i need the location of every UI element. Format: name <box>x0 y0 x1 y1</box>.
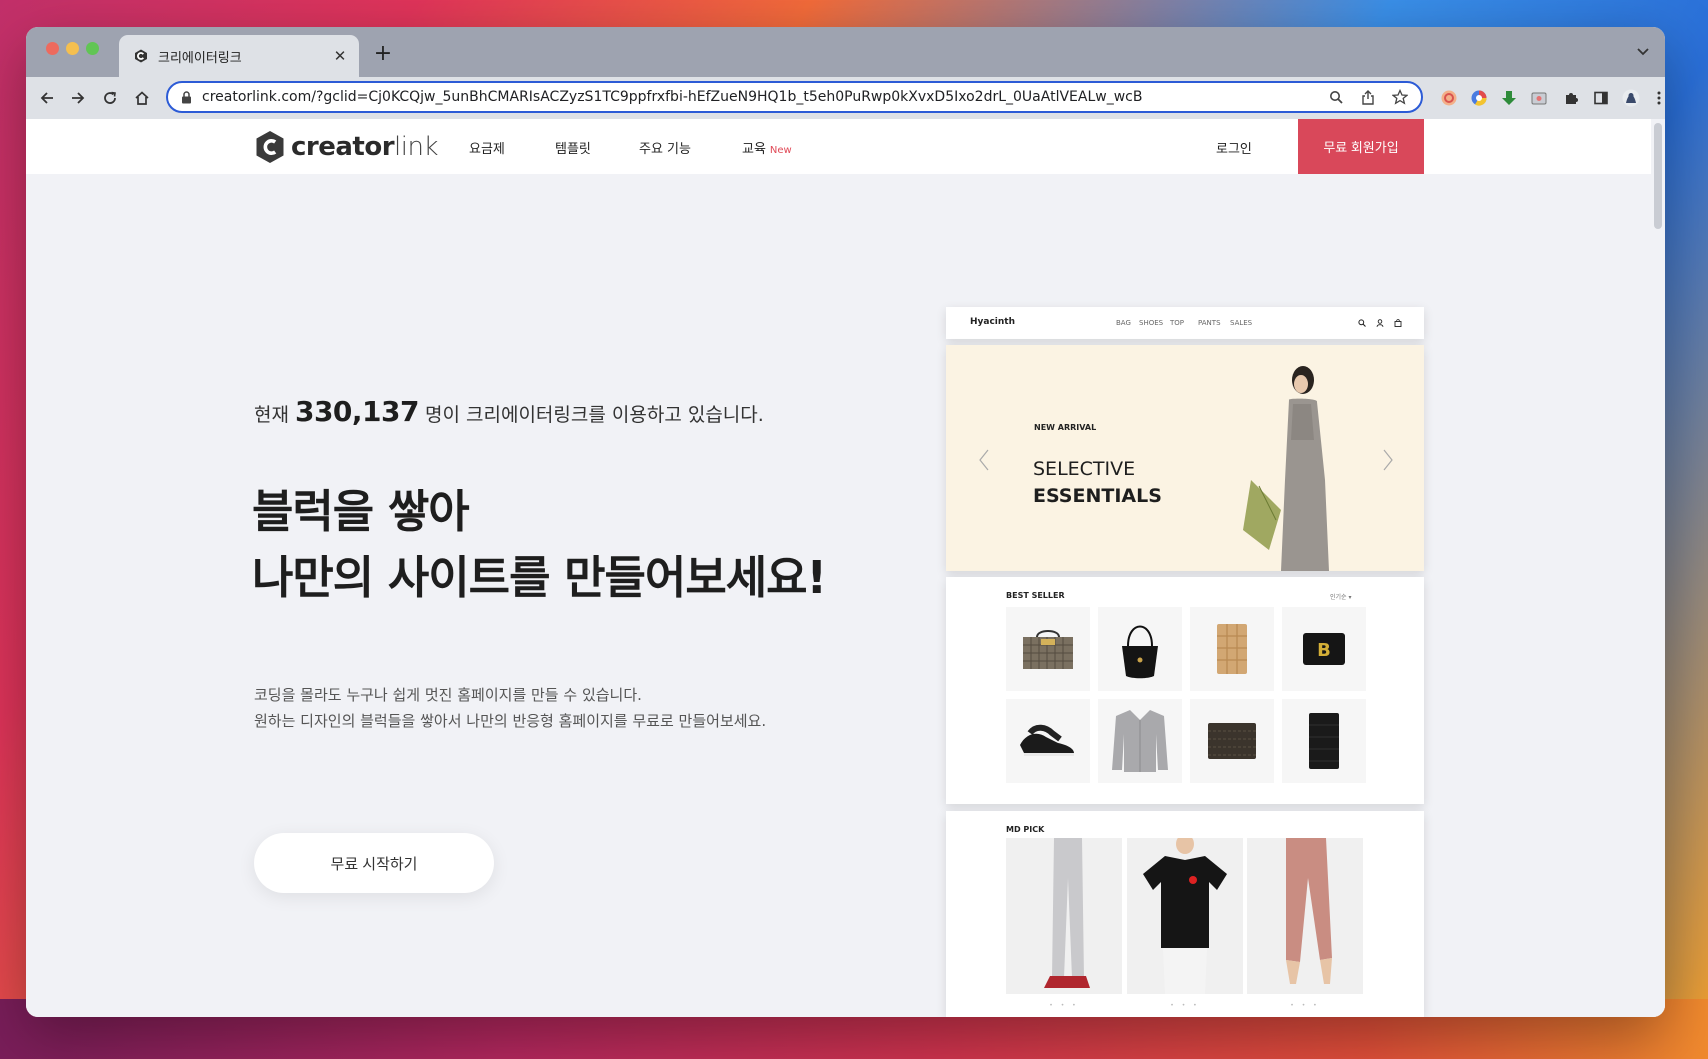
color-picker-extension-icon[interactable] <box>1468 87 1490 109</box>
nav-education-label: 교육 <box>742 142 766 157</box>
browser-tab[interactable]: 크리에이터링크 ✕ <box>119 35 359 77</box>
extensions-puzzle-icon[interactable] <box>1560 87 1582 109</box>
url-text[interactable]: creatorlink.com/?gclid=Cj0KCQjw_5unBhCMA… <box>202 89 1325 105</box>
browser-toolbar: creatorlink.com/?gclid=Cj0KCQjw_5unBhCMA… <box>26 77 1665 119</box>
logo-wordmark: creatorlink <box>291 132 439 162</box>
preview-hero-line-2: ESSENTIALS <box>1033 485 1162 507</box>
preview-md-item-pink-joggers <box>1247 838 1363 994</box>
preview-product-plaid-bag <box>1006 607 1090 691</box>
profile-avatar[interactable] <box>1620 87 1642 109</box>
preview-brand: Hyacinth <box>970 317 1016 327</box>
close-window-button[interactable] <box>46 42 59 55</box>
preview-bag-icon <box>1393 318 1403 328</box>
login-link[interactable]: 로그인 <box>1216 138 1252 157</box>
new-badge: New <box>769 145 792 156</box>
preview-md-pick-title: MD PICK <box>1006 825 1045 834</box>
preview-best-seller-title: BEST SELLER <box>1006 591 1065 600</box>
minimize-window-button[interactable] <box>66 42 79 55</box>
tab-close-icon[interactable]: ✕ <box>331 47 349 65</box>
creatorlink-favicon-icon <box>133 48 149 64</box>
nav-education[interactable]: 교육 New <box>742 138 792 157</box>
preview-nav-item: SHOES <box>1139 319 1164 327</box>
start-free-button[interactable]: 무료 시작하기 <box>254 833 494 893</box>
nav-features[interactable]: 주요 기능 <box>639 138 691 157</box>
preview-search-icon <box>1357 318 1367 328</box>
zoom-window-button[interactable] <box>86 42 99 55</box>
preview-best-seller: BEST SELLER 인기순 ▾ B <box>946 577 1424 804</box>
zoom-search-icon[interactable] <box>1325 86 1347 108</box>
preview-hero-banner: NEW ARRIVAL SELECTIVE ESSENTIALS <box>946 345 1424 571</box>
browser-menu-icon[interactable] <box>1648 87 1665 109</box>
side-panel-icon[interactable] <box>1590 87 1612 109</box>
preview-user-icon <box>1375 318 1385 328</box>
reload-icon[interactable] <box>98 86 122 110</box>
preview-hero-title: SELECTIVE ESSENTIALS <box>1033 456 1162 510</box>
share-icon[interactable] <box>1357 86 1379 108</box>
site-header: creatorlink 요금제 템플릿 주요 기능 교육 New 로그인 무료 회… <box>26 119 1665 174</box>
web-page: creatorlink 요금제 템플릿 주요 기능 교육 New 로그인 무료 회… <box>26 119 1665 1017</box>
preview-product-black-card-case: B <box>1282 607 1366 691</box>
preview-next-arrow-icon <box>1378 445 1398 475</box>
preview-carousel-dots: • • • <box>1049 1002 1079 1009</box>
preview-nav-item: BAG <box>1116 319 1131 327</box>
preview-header: Hyacinth BAG SHOES TOP PANTS SALES <box>946 307 1424 339</box>
home-icon[interactable] <box>130 86 154 110</box>
page-scrollbar[interactable] <box>1651 119 1665 1017</box>
browser-window: 크리에이터링크 ✕ + creatorlink.com/?gclid=Cj0KC… <box>26 27 1665 1017</box>
user-count: 330,137 <box>294 395 420 428</box>
creatorlink-logo-icon <box>256 131 284 163</box>
preview-md-item-black-tee <box>1127 838 1243 994</box>
hero-description: 코딩을 몰라도 누구나 쉽게 멋진 홈페이지를 만들 수 있습니다. 원하는 디… <box>254 682 766 734</box>
hero-headline: 블럭을 쌓아 나만의 사이트를 만들어보세요! <box>252 479 827 611</box>
screenshot-extension-icon[interactable] <box>1528 87 1550 109</box>
extension-orange-icon[interactable] <box>1438 87 1460 109</box>
tab-search-chevron-icon[interactable] <box>1633 42 1653 62</box>
preview-product-sneakers <box>1006 699 1090 783</box>
bookmark-star-icon[interactable] <box>1389 86 1411 108</box>
nav-templates[interactable]: 템플릿 <box>555 138 591 157</box>
preview-product-tan-wallet <box>1190 607 1274 691</box>
preview-hero-line-1: SELECTIVE <box>1033 458 1136 480</box>
preview-nav-item: PANTS <box>1198 319 1221 327</box>
new-tab-button[interactable]: + <box>371 41 395 66</box>
preview-sort-label: 인기순 <box>1330 594 1347 601</box>
description-line-1: 코딩을 몰라도 누구나 쉽게 멋진 홈페이지를 만들 수 있습니다. <box>254 686 642 704</box>
preview-sort-dropdown: 인기순 ▾ <box>1330 594 1352 601</box>
description-line-2: 원하는 디자인의 블럭들을 쌓아서 나만의 반응형 홈페이지를 무료로 만들어보… <box>254 712 767 730</box>
preview-model-photo <box>1243 366 1329 571</box>
svg-text:B: B <box>1317 640 1331 661</box>
preview-new-arrival: NEW ARRIVAL <box>1034 423 1097 432</box>
preview-md-item-grey-pants <box>1006 838 1122 994</box>
preview-product-black-bag <box>1098 607 1182 691</box>
preview-nav-item: TOP <box>1170 319 1185 327</box>
nav-pricing[interactable]: 요금제 <box>469 138 505 157</box>
usage-suffix: 명이 크리에이터링크를 이용하고 있습니다. <box>425 404 764 426</box>
usage-prefix: 현재 <box>254 404 289 426</box>
preview-product-long-wallet <box>1282 699 1366 783</box>
template-preview: Hyacinth BAG SHOES TOP PANTS SALES NEW A… <box>946 307 1424 1017</box>
scrollbar-thumb[interactable] <box>1654 123 1662 229</box>
preview-md-pick: MD PICK • • • • • • • • • <box>946 811 1424 1017</box>
tab-strip: 크리에이터링크 ✕ + <box>26 27 1665 77</box>
lock-icon[interactable] <box>179 90 193 104</box>
creatorlink-logo[interactable]: creatorlink <box>255 130 439 164</box>
forward-arrow-icon[interactable] <box>66 86 90 110</box>
preview-prev-arrow-icon <box>974 445 994 475</box>
preview-product-cardigan <box>1098 699 1182 783</box>
headline-line-2: 나만의 사이트를 만들어보세요! <box>252 551 827 604</box>
download-arrow-extension-icon[interactable] <box>1498 87 1520 109</box>
tab-title: 크리에이터링크 <box>158 50 242 66</box>
signup-button[interactable]: 무료 회원가입 <box>1298 119 1424 174</box>
preview-product-pouch <box>1190 699 1274 783</box>
preview-carousel-dots: • • • <box>1290 1002 1320 1009</box>
preview-carousel-dots: • • • <box>1170 1002 1200 1009</box>
preview-nav-item: SALES <box>1230 319 1253 327</box>
back-arrow-icon[interactable] <box>35 86 59 110</box>
address-bar[interactable]: creatorlink.com/?gclid=Cj0KCQjw_5unBhCMA… <box>166 81 1423 113</box>
user-count-line: 현재 330,137 명이 크리에이터링크를 이용하고 있습니다. <box>254 395 764 428</box>
headline-line-1: 블럭을 쌓아 <box>252 485 470 538</box>
